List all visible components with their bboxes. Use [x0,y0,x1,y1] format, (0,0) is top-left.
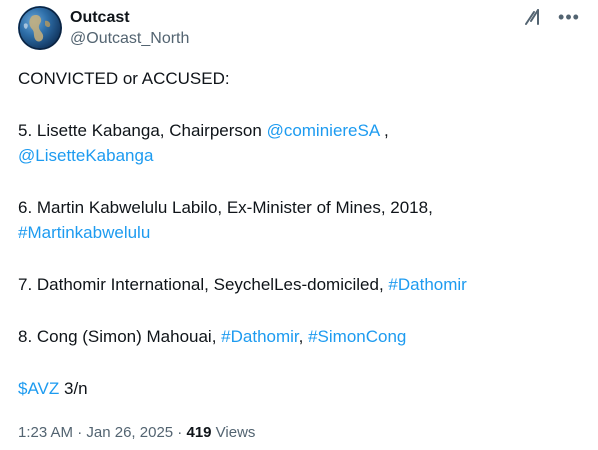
mention-cominieresa[interactable]: @cominiereSA [267,121,380,140]
item5-sep: , [379,121,389,140]
tweet-date[interactable]: Jan 26, 2025 [86,424,173,441]
tweet-header: Outcast @Outcast_North ••• [18,6,584,52]
header-actions: ••• [522,6,580,28]
avatar[interactable] [18,6,62,50]
hashtag-dathomir[interactable]: #Dathomir [388,275,466,294]
tweet-card: Outcast @Outcast_North ••• CONVICTED or … [0,0,598,450]
meta-dot: · [73,424,87,441]
tweet-item-7: 7. Dathomir International, SeychelLes-do… [18,272,584,297]
handle[interactable]: @Outcast_North [70,28,189,50]
views-label: Views [211,424,256,441]
item8-text: 8. Cong (Simon) Mahouai, [18,327,222,346]
tweet-item-8: 8. Cong (Simon) Mahouai, #Dathomir, #Sim… [18,324,584,349]
mention-lisettekabanga[interactable]: @LisetteKabanga [18,146,153,165]
grok-icon[interactable] [522,6,544,28]
hashtag-simoncong[interactable]: #SimonCong [308,327,406,346]
more-icon[interactable]: ••• [558,6,580,28]
tweet-heading: CONVICTED or ACCUSED: [18,69,230,88]
tweet-item-5: 5. Lisette Kabanga, Chairperson @cominie… [18,118,584,168]
cashtag-avz[interactable]: $AVZ [18,379,59,398]
tweet-time[interactable]: 1:23 AM [18,424,73,441]
item7-text: 7. Dathomir International, SeychelLes-do… [18,275,389,294]
globe-avatar-icon [18,6,62,50]
display-name[interactable]: Outcast [70,8,189,28]
tweet-meta: 1:23 AM · Jan 26, 2025 · 419 Views [18,423,255,443]
item6-text: 6. Martin Kabwelulu Labilo, Ex-Minister … [18,198,433,217]
tweet-item-6: 6. Martin Kabwelulu Labilo, Ex-Minister … [18,195,584,245]
tweet-footer-line: $AVZ 3/n [18,376,584,401]
item5-text: 5. Lisette Kabanga, Chairperson [18,121,267,140]
meta-dot: · [173,424,187,441]
hashtag-martinkabwelulu[interactable]: #Martinkabwelulu [18,223,150,242]
item8-sep: , [298,327,309,346]
hashtag-dathomir-2[interactable]: #Dathomir [221,327,298,346]
tweet-text: CONVICTED or ACCUSED: 5. Lisette Kabanga… [18,66,584,428]
views-count[interactable]: 419 [186,424,211,441]
thread-index: 3/n [59,379,88,398]
author-names: Outcast @Outcast_North [70,8,189,50]
